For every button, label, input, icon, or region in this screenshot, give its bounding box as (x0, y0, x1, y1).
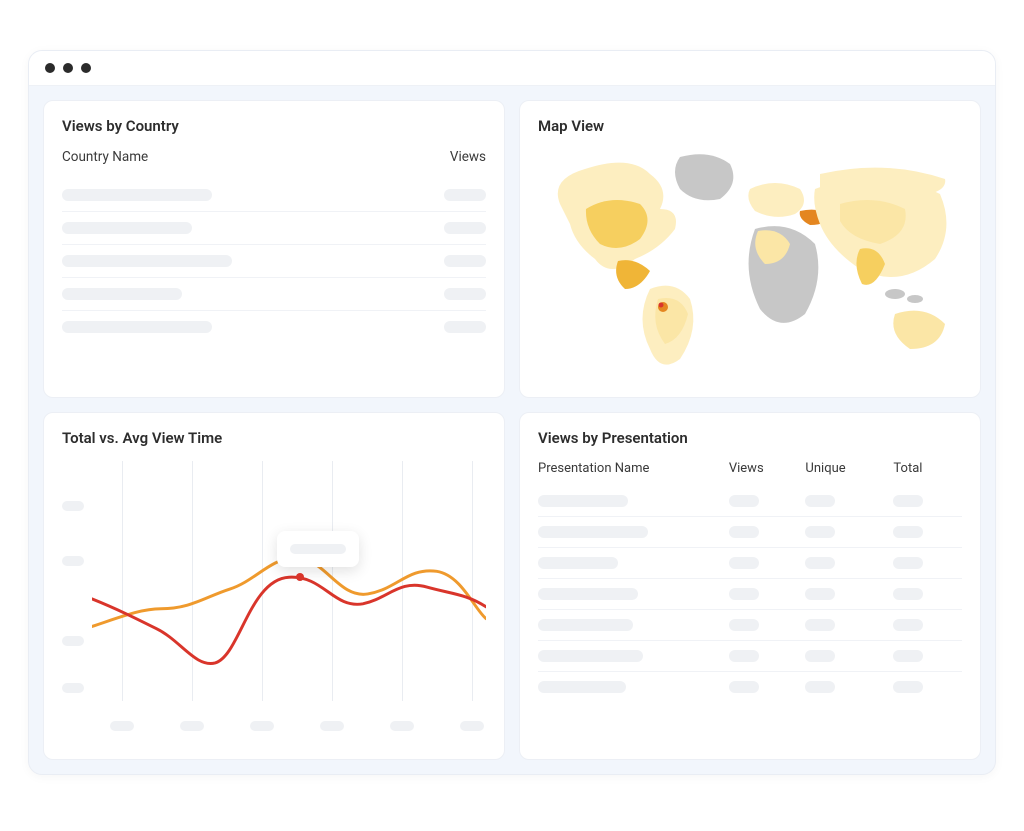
y-tick-placeholder (62, 683, 84, 693)
placeholder (893, 526, 923, 538)
col-views: Views (450, 149, 486, 165)
col-country-name: Country Name (62, 149, 148, 165)
table-row (62, 212, 486, 245)
y-tick-placeholder (62, 556, 84, 566)
placeholder (62, 255, 232, 267)
placeholder (893, 557, 923, 569)
placeholder (893, 619, 923, 631)
placeholder (805, 495, 835, 507)
placeholder (444, 288, 486, 300)
line-chart-svg (92, 461, 486, 697)
placeholder (805, 681, 835, 693)
presentation-table-body (538, 486, 962, 702)
placeholder (805, 619, 835, 631)
placeholder (729, 588, 759, 600)
table-row (62, 179, 486, 212)
table-row (62, 245, 486, 278)
panel-map-view: Map View (519, 100, 981, 398)
x-tick-placeholder (180, 721, 204, 731)
placeholder (62, 222, 192, 234)
window-dot-icon (63, 63, 73, 73)
placeholder (538, 650, 643, 662)
placeholder (729, 495, 759, 507)
placeholder (444, 255, 486, 267)
table-row (538, 517, 962, 548)
placeholder (729, 619, 759, 631)
table-row (538, 579, 962, 610)
placeholder (805, 526, 835, 538)
x-tick-placeholder (460, 721, 484, 731)
placeholder (444, 189, 486, 201)
world-map[interactable] (538, 149, 962, 379)
window-titlebar (29, 51, 995, 86)
panel-title: Total vs. Avg View Time (62, 429, 486, 447)
presentation-table-header: Presentation Name Views Unique Total (538, 461, 962, 476)
table-row (62, 311, 486, 343)
dashboard-grid: Views by Country Country Name Views (29, 86, 995, 774)
placeholder (805, 650, 835, 662)
y-tick-placeholder (62, 636, 84, 646)
placeholder (729, 650, 759, 662)
line-chart[interactable] (62, 461, 486, 741)
y-tick-placeholder (62, 501, 84, 511)
x-tick-placeholder (390, 721, 414, 731)
panel-views-by-presentation: Views by Presentation Presentation Name … (519, 412, 981, 760)
chart-tooltip (277, 531, 359, 567)
placeholder (538, 588, 638, 600)
col-views: Views (729, 461, 798, 476)
x-tick-placeholder (110, 721, 134, 731)
window-dot-icon (81, 63, 91, 73)
placeholder (805, 588, 835, 600)
placeholder (62, 288, 182, 300)
table-row (538, 672, 962, 702)
col-presentation-name: Presentation Name (538, 461, 721, 476)
placeholder (729, 526, 759, 538)
country-table-body (62, 179, 486, 343)
world-map-svg (540, 149, 960, 379)
table-row (538, 641, 962, 672)
placeholder (444, 321, 486, 333)
table-row (538, 486, 962, 517)
panel-title: Map View (538, 117, 962, 135)
placeholder (62, 189, 212, 201)
table-row (538, 610, 962, 641)
panel-title: Views by Country (62, 117, 486, 135)
col-unique: Unique (805, 461, 885, 476)
placeholder (893, 495, 923, 507)
panel-title: Views by Presentation (538, 429, 962, 447)
browser-window: Views by Country Country Name Views (28, 50, 996, 775)
tooltip-placeholder (290, 544, 346, 554)
placeholder (729, 557, 759, 569)
placeholder (805, 557, 835, 569)
placeholder (893, 650, 923, 662)
table-row (538, 548, 962, 579)
col-total: Total (893, 461, 962, 476)
placeholder (62, 321, 212, 333)
placeholder (538, 619, 633, 631)
chart-highlight-dot-icon (296, 573, 304, 581)
window-dot-icon (45, 63, 55, 73)
panel-total-vs-avg: Total vs. Avg View Time (43, 412, 505, 760)
placeholder (538, 557, 618, 569)
placeholder (893, 588, 923, 600)
placeholder (538, 495, 628, 507)
placeholder (538, 526, 648, 538)
panel-views-by-country: Views by Country Country Name Views (43, 100, 505, 398)
placeholder (538, 681, 626, 693)
x-tick-placeholder (250, 721, 274, 731)
country-table-header: Country Name Views (62, 149, 486, 165)
x-tick-placeholder (320, 721, 344, 731)
placeholder (893, 681, 923, 693)
table-row (62, 278, 486, 311)
placeholder (729, 681, 759, 693)
placeholder (444, 222, 486, 234)
